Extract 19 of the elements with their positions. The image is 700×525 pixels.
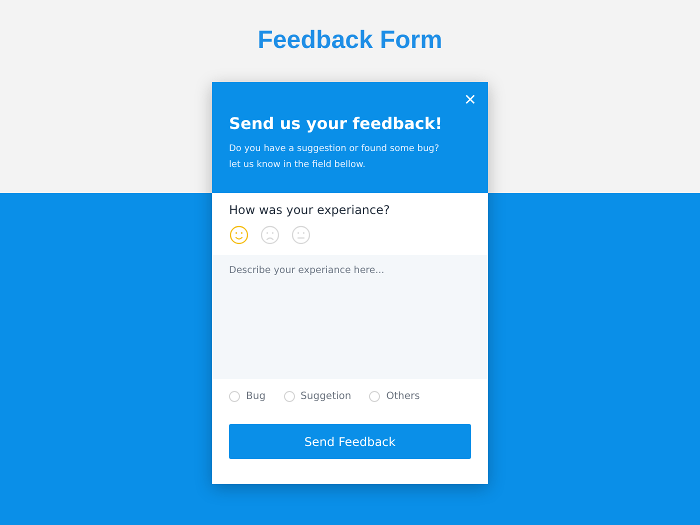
radio-circle[interactable] <box>369 391 380 402</box>
page-title: Feedback Form <box>258 26 442 56</box>
dialog-title: Send us your feedback! <box>229 114 444 133</box>
radio-circle[interactable] <box>284 391 295 402</box>
radio-label: Others <box>386 391 420 402</box>
message-field[interactable]: Describe your experiance here... <box>212 255 488 379</box>
category-radio[interactable]: Bug <box>229 391 266 402</box>
category-radio[interactable]: Suggetion <box>284 391 352 402</box>
radio-label: Bug <box>246 391 266 402</box>
radio-label: Suggetion <box>300 391 352 402</box>
close-button[interactable]: × <box>464 90 476 110</box>
radio-circle[interactable] <box>229 391 240 402</box>
dialog-subtitle: Do you have a suggestion or found some bug? let us know in the field bellow. <box>229 143 440 172</box>
neutral-face-icon[interactable] <box>291 225 311 245</box>
send-feedback-button[interactable]: Send Feedback <box>229 424 471 459</box>
happy-face-icon[interactable] <box>229 225 249 245</box>
category-radio[interactable]: Others <box>369 391 420 402</box>
rating-question: How was your experiance? <box>229 203 391 217</box>
sad-face-icon[interactable] <box>260 225 280 245</box>
